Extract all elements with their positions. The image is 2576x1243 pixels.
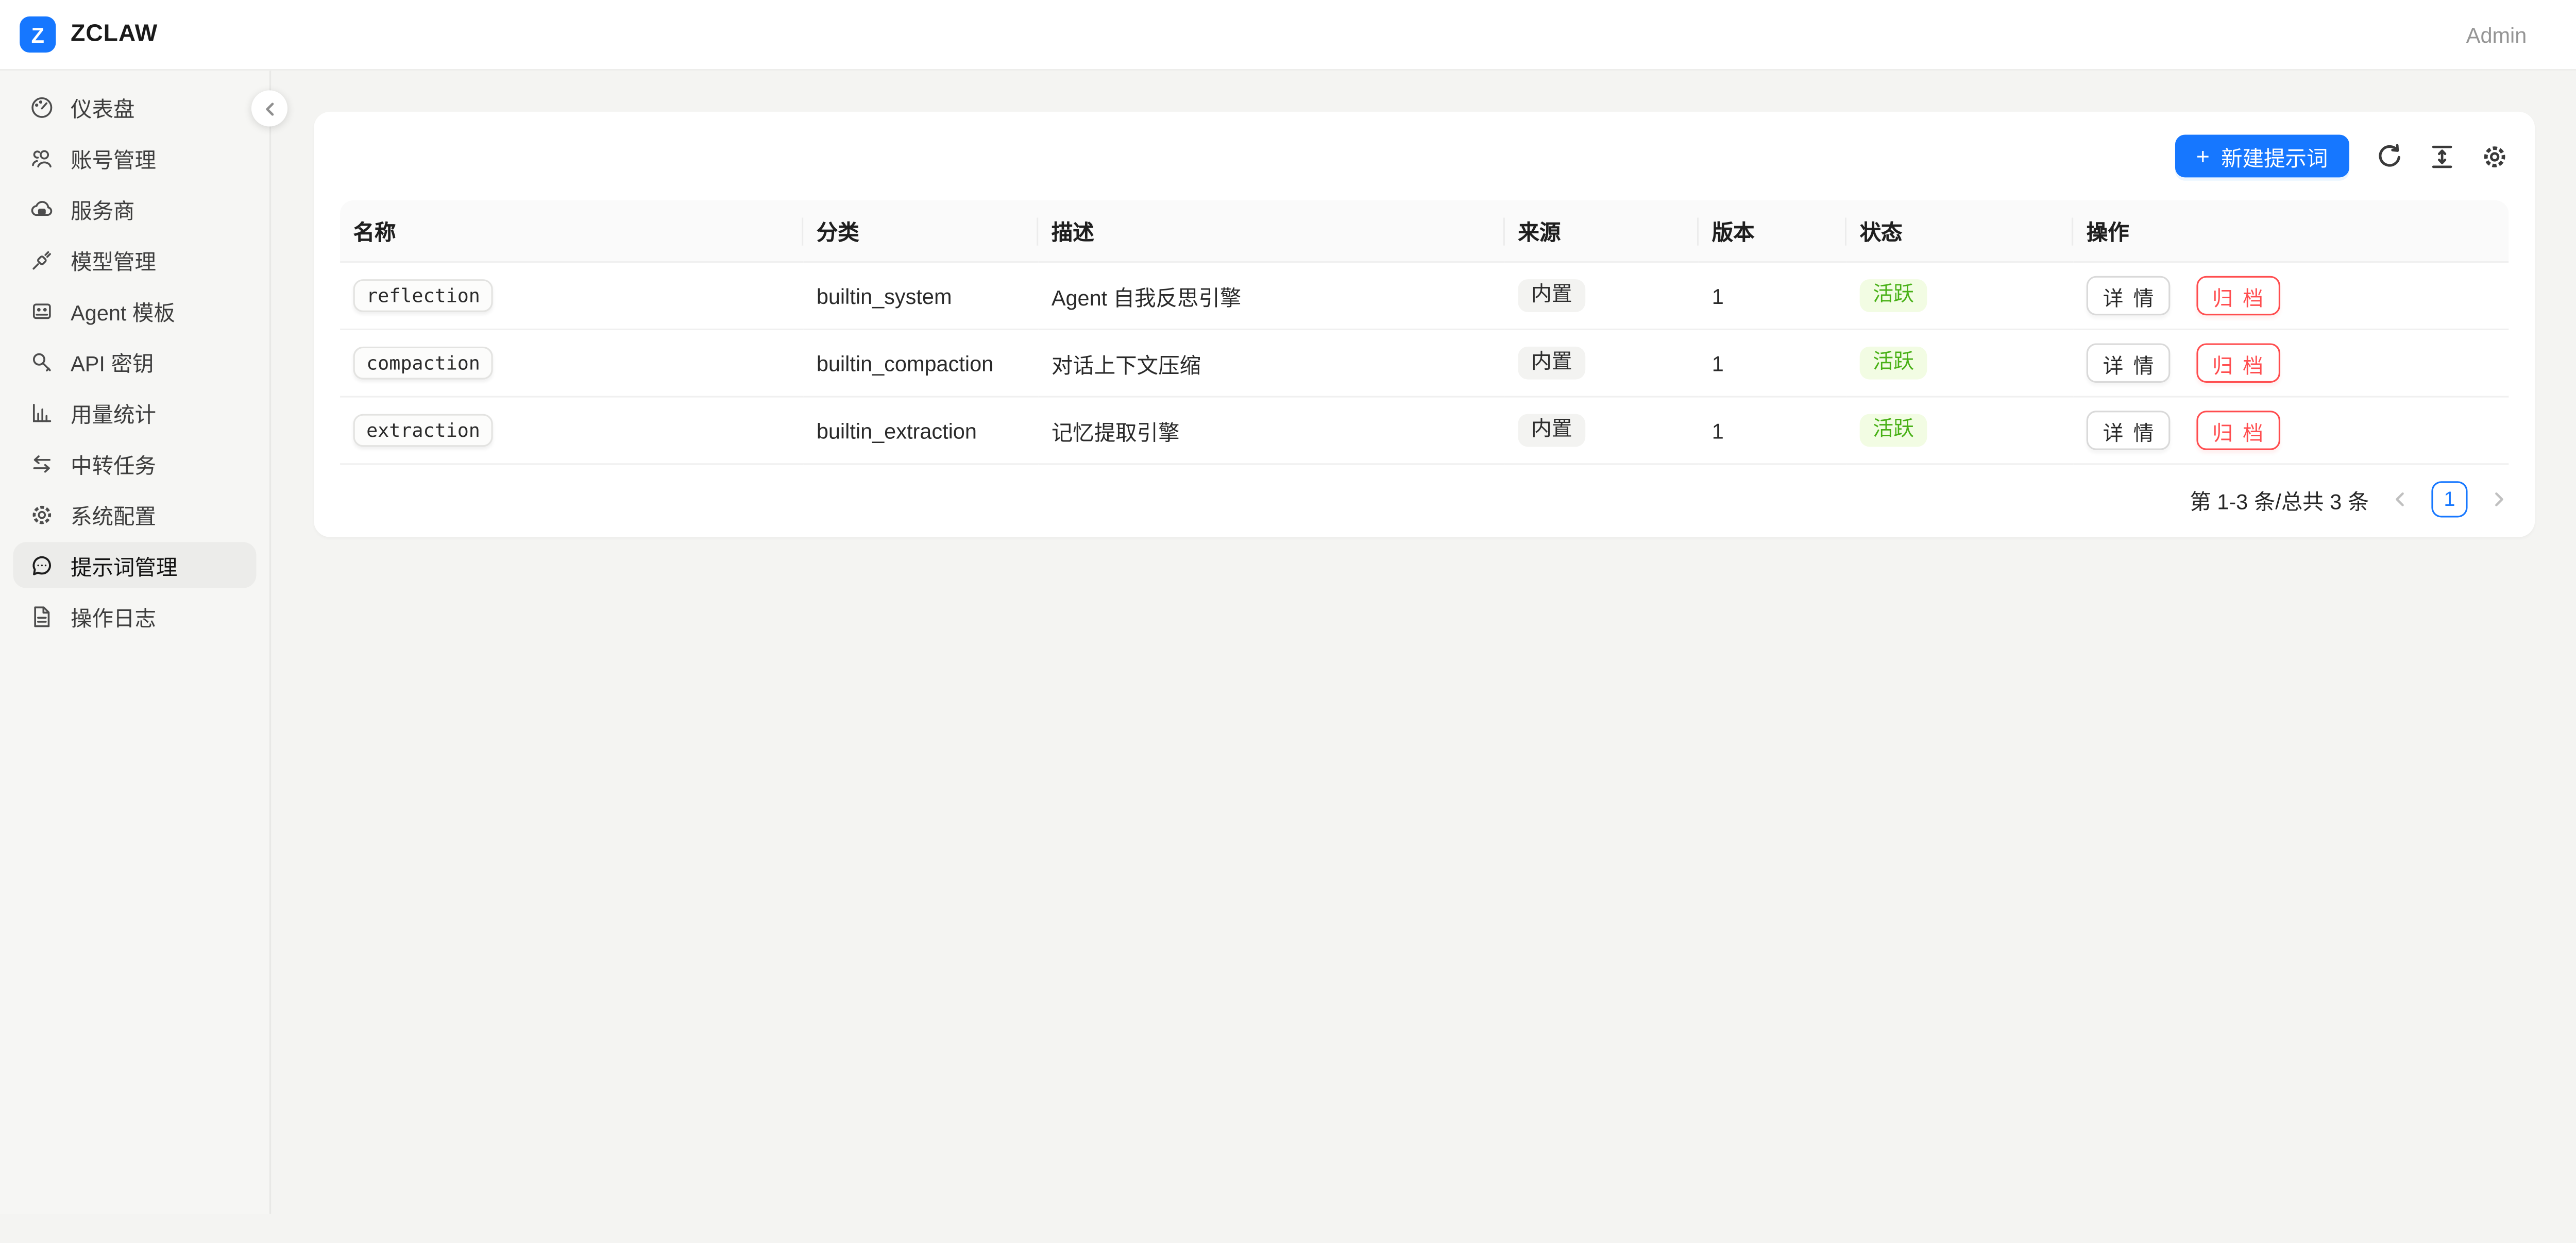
prompt-name-badge: extraction xyxy=(353,414,494,447)
pagination: 第 1-3 条/总共 3 条 1 xyxy=(340,465,2509,517)
sidebar-item-label: API 密钥 xyxy=(71,346,154,377)
sidebar-item-label: 操作日志 xyxy=(71,600,156,632)
sidebar-item-agent-templates[interactable]: Agent 模板 xyxy=(13,287,257,333)
sidebar-item-label: 模型管理 xyxy=(71,244,156,276)
top-bar: Z ZCLAW Admin xyxy=(0,0,2576,71)
source-tag: 内置 xyxy=(1518,414,1585,448)
admin-user-menu[interactable]: Admin xyxy=(2466,22,2527,47)
chevron-left-icon xyxy=(260,99,278,117)
settings-gear-icon xyxy=(2481,142,2509,170)
table-toolbar: + 新建提示词 xyxy=(340,131,2509,200)
column-header-source: 来源 xyxy=(1505,200,1699,263)
detail-button[interactable]: 详情 xyxy=(2087,343,2171,383)
status-badge: 活跃 xyxy=(1860,414,1927,448)
message-icon xyxy=(29,553,54,577)
column-settings-button[interactable] xyxy=(2481,142,2509,170)
plus-icon: + xyxy=(2196,145,2210,168)
prompt-table-card: + 新建提示词 xyxy=(314,112,2535,537)
plug-icon xyxy=(29,247,54,272)
key-icon xyxy=(29,349,54,374)
new-prompt-label: 新建提示词 xyxy=(2221,141,2328,172)
prompt-category: builtin_extraction xyxy=(803,398,1038,465)
brand-name: ZCLAW xyxy=(71,21,158,47)
column-header-name: 名称 xyxy=(340,200,803,263)
column-header-version: 版本 xyxy=(1699,200,1846,263)
bar-chart-icon xyxy=(29,400,54,424)
sidebar-collapse-button[interactable] xyxy=(251,90,287,126)
sidebar-item-system-config[interactable]: 系统配置 xyxy=(13,491,257,537)
column-header-status: 状态 xyxy=(1846,200,2073,263)
next-page-button[interactable] xyxy=(2489,489,2509,509)
source-tag: 内置 xyxy=(1518,346,1585,380)
main-content: + 新建提示词 xyxy=(271,71,2576,1214)
reload-icon xyxy=(2376,142,2403,170)
sidebar-item-models[interactable]: 模型管理 xyxy=(13,236,257,282)
prompt-name-badge: compaction xyxy=(353,347,494,380)
sidebar-item-label: 账号管理 xyxy=(71,142,156,174)
swap-icon xyxy=(29,451,54,475)
sidebar-item-label: 中转任务 xyxy=(71,448,156,479)
column-height-icon xyxy=(2428,142,2456,170)
sidebar-item-providers[interactable]: 服务商 xyxy=(13,185,257,231)
users-icon xyxy=(29,145,54,170)
prompt-version: 1 xyxy=(1699,330,1846,398)
prompt-category: builtin_compaction xyxy=(803,330,1038,398)
archive-button[interactable]: 归档 xyxy=(2196,411,2280,450)
prompt-version: 1 xyxy=(1699,398,1846,465)
pagination-summary: 第 1-3 条/总共 3 条 xyxy=(2190,484,2369,515)
new-prompt-button[interactable]: + 新建提示词 xyxy=(2175,134,2349,177)
table-density-button[interactable] xyxy=(2428,142,2456,170)
column-header-category: 分类 xyxy=(803,200,1038,263)
brand: Z ZCLAW xyxy=(20,16,158,53)
prompt-description: 记忆提取引擎 xyxy=(1038,398,1505,465)
sidebar-item-label: 提示词管理 xyxy=(71,550,177,581)
sidebar-item-api-keys[interactable]: API 密钥 xyxy=(13,338,257,384)
gear-icon xyxy=(29,502,54,526)
sidebar-item-prompt-management[interactable]: 提示词管理 xyxy=(13,542,257,588)
status-badge: 活跃 xyxy=(1860,279,1927,313)
sidebar-item-dashboard[interactable]: 仪表盘 xyxy=(13,84,257,130)
source-tag: 内置 xyxy=(1518,279,1585,313)
prompt-version: 1 xyxy=(1699,263,1846,330)
file-icon xyxy=(29,604,54,628)
sidebar-item-label: Agent 模板 xyxy=(71,295,175,326)
cloud-server-icon xyxy=(29,196,54,221)
prompt-table: 名称 分类 描述 来源 版本 状态 操作 reflection builtin_ xyxy=(340,200,2509,465)
dashboard-icon xyxy=(29,94,54,119)
sidebar-item-label: 系统配置 xyxy=(71,499,156,530)
sidebar-item-label: 仪表盘 xyxy=(71,91,134,123)
status-badge: 活跃 xyxy=(1860,346,1927,380)
table-row: extraction builtin_extraction 记忆提取引擎 内置 … xyxy=(340,398,2509,465)
prompt-name-badge: reflection xyxy=(353,279,494,312)
brand-logo-icon: Z xyxy=(20,16,56,53)
detail-button[interactable]: 详情 xyxy=(2087,276,2171,316)
archive-button[interactable]: 归档 xyxy=(2196,276,2280,316)
page-number-1[interactable]: 1 xyxy=(2431,481,2467,517)
prompt-category: builtin_system xyxy=(803,263,1038,330)
sidebar-item-usage-stats[interactable]: 用量统计 xyxy=(13,389,257,435)
table-header-row: 名称 分类 描述 来源 版本 状态 操作 xyxy=(340,200,2509,263)
sidebar-item-relay-tasks[interactable]: 中转任务 xyxy=(13,440,257,486)
column-header-description: 描述 xyxy=(1038,200,1505,263)
chevron-left-icon xyxy=(2391,489,2410,509)
sidebar-item-label: 用量统计 xyxy=(71,397,156,428)
table-row: compaction builtin_compaction 对话上下文压缩 内置… xyxy=(340,330,2509,398)
sidebar-item-accounts[interactable]: 账号管理 xyxy=(13,134,257,180)
archive-button[interactable]: 归档 xyxy=(2196,343,2280,383)
column-header-actions: 操作 xyxy=(2073,200,2509,263)
reload-button[interactable] xyxy=(2376,142,2403,170)
sidebar-item-operation-logs[interactable]: 操作日志 xyxy=(13,593,257,639)
prev-page-button[interactable] xyxy=(2391,489,2410,509)
app-root: Z ZCLAW Admin 仪表盘 账号管理 服务商 模型管理 xyxy=(0,0,2576,1214)
table-row: reflection builtin_system Agent 自我反思引擎 内… xyxy=(340,263,2509,330)
chevron-right-icon xyxy=(2489,489,2509,509)
prompt-description: 对话上下文压缩 xyxy=(1038,330,1505,398)
robot-icon xyxy=(29,298,54,323)
prompt-description: Agent 自我反思引擎 xyxy=(1038,263,1505,330)
sidebar: 仪表盘 账号管理 服务商 模型管理 Agent 模板 API 密钥 xyxy=(0,71,271,1214)
sidebar-item-label: 服务商 xyxy=(71,193,134,225)
detail-button[interactable]: 详情 xyxy=(2087,411,2171,450)
